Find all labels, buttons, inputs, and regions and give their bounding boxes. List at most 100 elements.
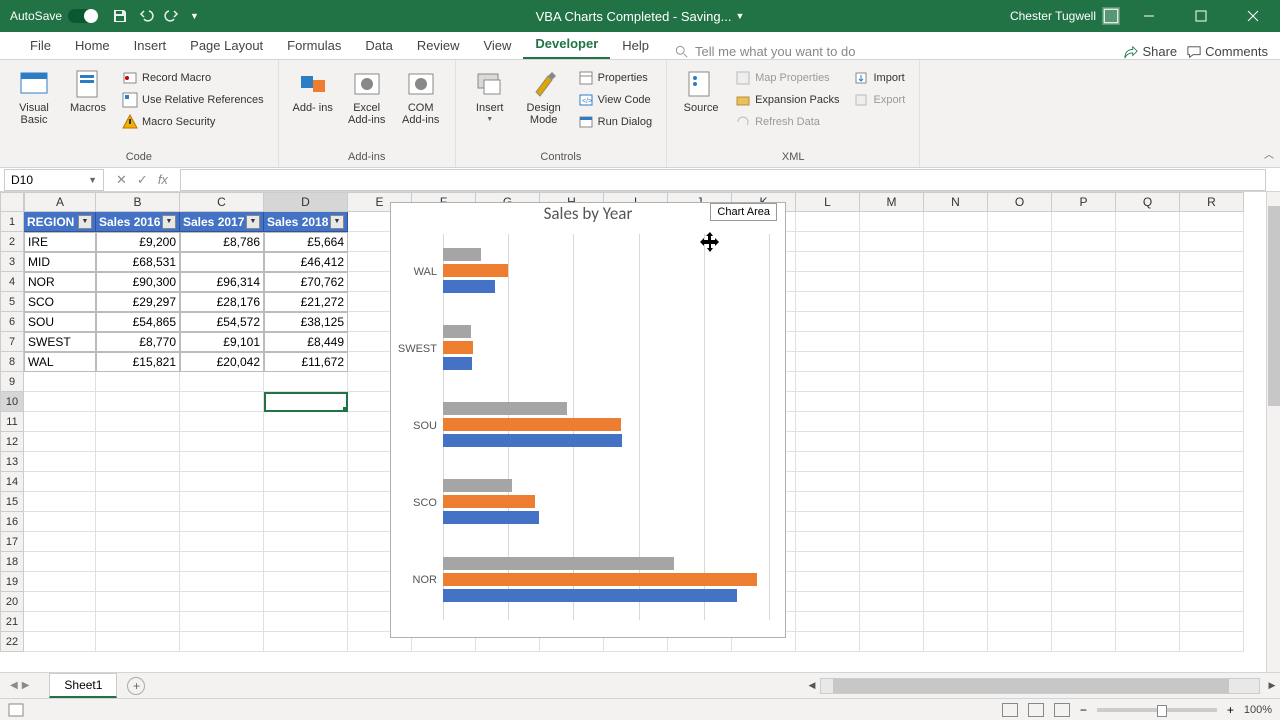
- cell[interactable]: [96, 472, 180, 492]
- cell[interactable]: [924, 632, 988, 652]
- cell[interactable]: [180, 432, 264, 452]
- cell[interactable]: [924, 372, 988, 392]
- cell[interactable]: [1052, 352, 1116, 372]
- cell[interactable]: [24, 592, 96, 612]
- excel-addins-button[interactable]: Excel Add-ins: [343, 64, 391, 126]
- cell[interactable]: [1180, 412, 1244, 432]
- cell[interactable]: [988, 312, 1052, 332]
- cell[interactable]: [180, 472, 264, 492]
- cell[interactable]: [96, 372, 180, 392]
- cell[interactable]: [988, 332, 1052, 352]
- cell[interactable]: [860, 432, 924, 452]
- cell[interactable]: [96, 392, 180, 412]
- maximize-button[interactable]: [1178, 0, 1224, 32]
- cell[interactable]: [264, 632, 348, 652]
- chart-bar[interactable]: [443, 418, 621, 431]
- cell[interactable]: [1116, 552, 1180, 572]
- cell[interactable]: [96, 632, 180, 652]
- chart-bar[interactable]: [443, 589, 737, 602]
- chart-bar[interactable]: [443, 341, 473, 354]
- cell[interactable]: [924, 452, 988, 472]
- cell[interactable]: [1180, 592, 1244, 612]
- cell[interactable]: [1052, 292, 1116, 312]
- cell[interactable]: [1052, 492, 1116, 512]
- chart-bar[interactable]: [443, 402, 567, 415]
- cell[interactable]: [1052, 212, 1116, 232]
- cell[interactable]: £9,200: [96, 232, 180, 252]
- cell[interactable]: [1116, 412, 1180, 432]
- cell[interactable]: [1116, 252, 1180, 272]
- cell[interactable]: [796, 592, 860, 612]
- cell[interactable]: [1052, 412, 1116, 432]
- cell[interactable]: [796, 632, 860, 652]
- cell[interactable]: [924, 432, 988, 452]
- cell[interactable]: [988, 492, 1052, 512]
- cell[interactable]: [1052, 592, 1116, 612]
- row-header[interactable]: 2: [0, 232, 24, 252]
- cell[interactable]: [96, 492, 180, 512]
- cell[interactable]: [1116, 632, 1180, 652]
- comments-button[interactable]: Comments: [1187, 44, 1268, 59]
- cell[interactable]: £20,042: [180, 352, 264, 372]
- cell[interactable]: [180, 532, 264, 552]
- cell[interactable]: [796, 212, 860, 232]
- cell[interactable]: £46,412: [264, 252, 348, 272]
- cell[interactable]: [860, 572, 924, 592]
- cell[interactable]: [180, 512, 264, 532]
- cell[interactable]: [180, 612, 264, 632]
- column-header[interactable]: D: [264, 192, 348, 212]
- cell[interactable]: [988, 612, 1052, 632]
- cell[interactable]: [1052, 392, 1116, 412]
- row-header[interactable]: 11: [0, 412, 24, 432]
- cell[interactable]: [860, 252, 924, 272]
- cell[interactable]: [24, 512, 96, 532]
- tab-view[interactable]: View: [471, 34, 523, 59]
- cell[interactable]: [264, 432, 348, 452]
- cell[interactable]: [860, 352, 924, 372]
- cell[interactable]: £21,272: [264, 292, 348, 312]
- cell[interactable]: [180, 412, 264, 432]
- macro-security-button[interactable]: Macro Security: [118, 112, 268, 132]
- row-header[interactable]: 22: [0, 632, 24, 652]
- cell[interactable]: [24, 632, 96, 652]
- cell[interactable]: [924, 592, 988, 612]
- cell[interactable]: [1052, 612, 1116, 632]
- cell[interactable]: [264, 392, 348, 412]
- cell[interactable]: [24, 392, 96, 412]
- cell[interactable]: [988, 252, 1052, 272]
- cell[interactable]: [924, 292, 988, 312]
- row-header[interactable]: 7: [0, 332, 24, 352]
- record-macro-status-icon[interactable]: [8, 703, 24, 717]
- cell[interactable]: SCO: [24, 292, 96, 312]
- account-icon[interactable]: [1102, 7, 1120, 25]
- cell[interactable]: [860, 512, 924, 532]
- chart-bar[interactable]: [443, 495, 535, 508]
- chart-bar[interactable]: [443, 511, 539, 524]
- cell[interactable]: [860, 392, 924, 412]
- new-sheet-button[interactable]: +: [127, 677, 145, 695]
- cell[interactable]: [24, 372, 96, 392]
- row-header[interactable]: 3: [0, 252, 24, 272]
- cell[interactable]: [1180, 632, 1244, 652]
- cell[interactable]: [264, 612, 348, 632]
- cell[interactable]: £90,300: [96, 272, 180, 292]
- cell[interactable]: [24, 452, 96, 472]
- cell[interactable]: [924, 312, 988, 332]
- cell[interactable]: [924, 492, 988, 512]
- column-header[interactable]: B: [96, 192, 180, 212]
- column-header[interactable]: L: [796, 192, 860, 212]
- row-header[interactable]: 4: [0, 272, 24, 292]
- addins-button[interactable]: Add- ins: [289, 64, 337, 114]
- row-header[interactable]: 10: [0, 392, 24, 412]
- cell[interactable]: [860, 332, 924, 352]
- cell[interactable]: [860, 452, 924, 472]
- tab-home[interactable]: Home: [63, 34, 122, 59]
- chart-bar[interactable]: [443, 557, 674, 570]
- cell[interactable]: [924, 532, 988, 552]
- cell[interactable]: [860, 412, 924, 432]
- column-header[interactable]: R: [1180, 192, 1244, 212]
- cell[interactable]: [24, 572, 96, 592]
- record-macro-button[interactable]: Record Macro: [118, 68, 268, 88]
- cell[interactable]: [1052, 432, 1116, 452]
- cell[interactable]: [180, 552, 264, 572]
